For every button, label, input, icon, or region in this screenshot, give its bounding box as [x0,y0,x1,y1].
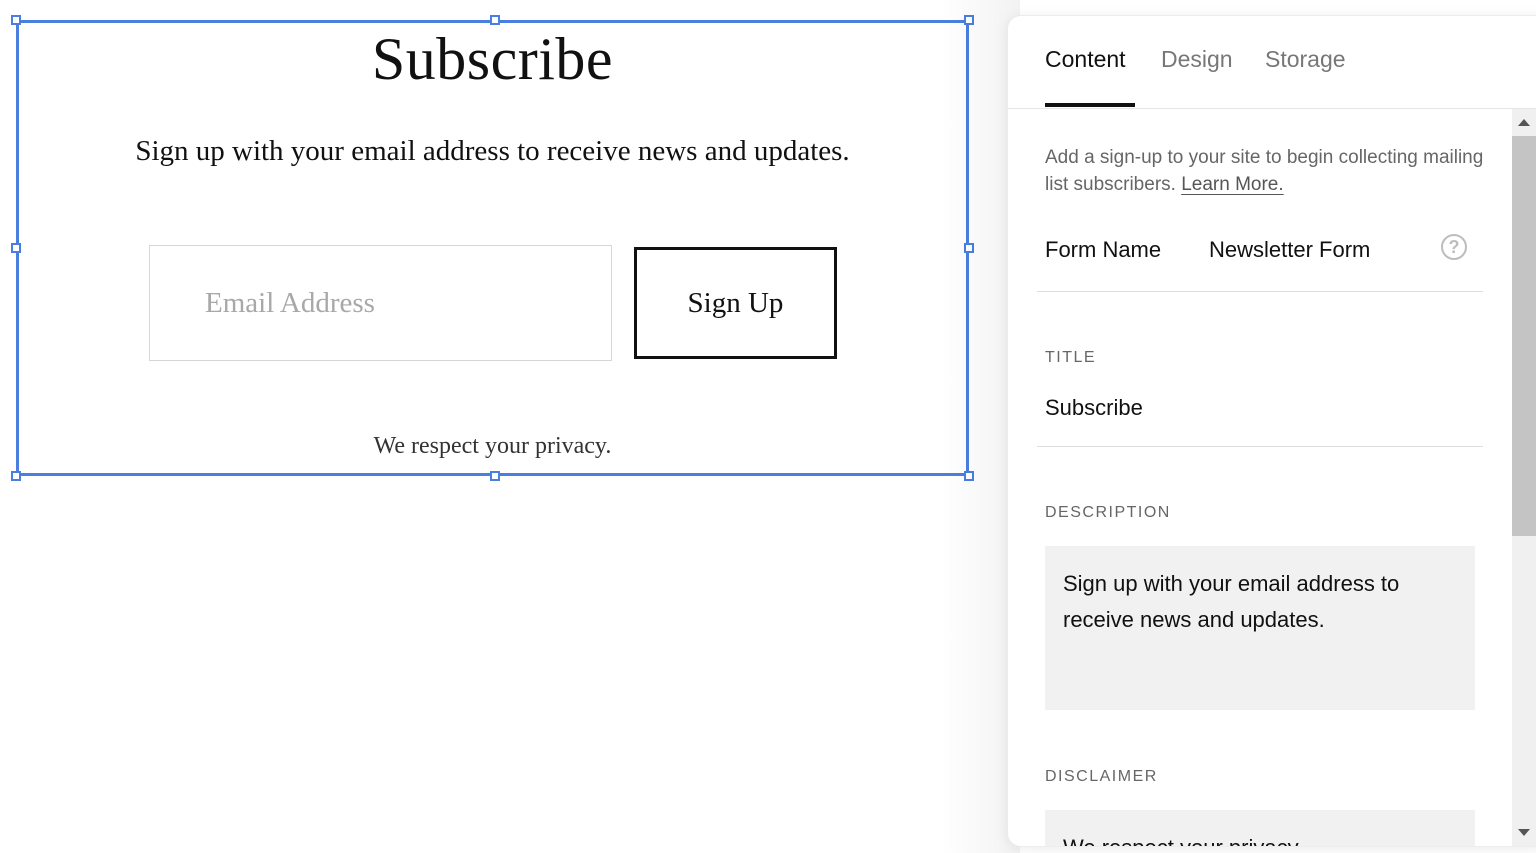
disclaimer-textarea[interactable]: We respect your privacy. [1045,810,1475,846]
title-field[interactable]: Subscribe [1037,395,1483,447]
scroll-up-arrow-icon[interactable] [1518,119,1530,126]
resize-handle-middle-left[interactable] [11,243,21,253]
email-address-input[interactable] [149,245,612,361]
resize-handle-top-center[interactable] [490,15,500,25]
form-name-value[interactable]: Newsletter Form [1209,237,1370,263]
learn-more-link[interactable]: Learn More. [1181,174,1283,195]
sign-up-button[interactable]: Sign Up [634,247,837,359]
form-name-label: Form Name [1045,237,1162,262]
description-section-label: DESCRIPTION [1045,504,1171,521]
intro-text: Add a sign-up to your site to begin coll… [1045,144,1485,198]
form-name-row: Form Name Newsletter Form ? [1037,234,1483,292]
resize-handle-top-left[interactable] [11,15,21,25]
title-section-label: TITLE [1045,349,1097,366]
resize-handle-bottom-left[interactable] [11,471,21,481]
panel-scrollbar[interactable] [1512,109,1536,846]
scrollbar-thumb[interactable] [1512,136,1536,536]
form-title: Subscribe [371,26,614,92]
panel-body: Add a sign-up to your site to begin coll… [1008,109,1510,846]
page-canvas: Subscribe Sign up with your email addres… [0,0,1000,853]
panel-tabs: Content Design Storage [1008,16,1536,109]
question-circle-icon[interactable]: ? [1441,234,1467,260]
tab-content[interactable]: Content [1045,46,1126,73]
privacy-disclaimer: We respect your privacy. [373,433,612,459]
tab-design[interactable]: Design [1161,46,1233,73]
tab-storage[interactable]: Storage [1265,46,1346,73]
disclaimer-section-label: DISCLAIMER [1045,768,1158,785]
active-tab-indicator [1045,103,1135,107]
block-settings-panel: Content Design Storage Add a sign-up to … [1007,15,1536,847]
resize-handle-bottom-center[interactable] [490,471,500,481]
newsletter-block-selected[interactable]: Subscribe Sign up with your email addres… [11,15,974,481]
scroll-down-arrow-icon[interactable] [1518,829,1530,836]
description-textarea[interactable]: Sign up with your email address to recei… [1045,546,1475,710]
form-description: Sign up with your email address to recei… [135,135,850,167]
